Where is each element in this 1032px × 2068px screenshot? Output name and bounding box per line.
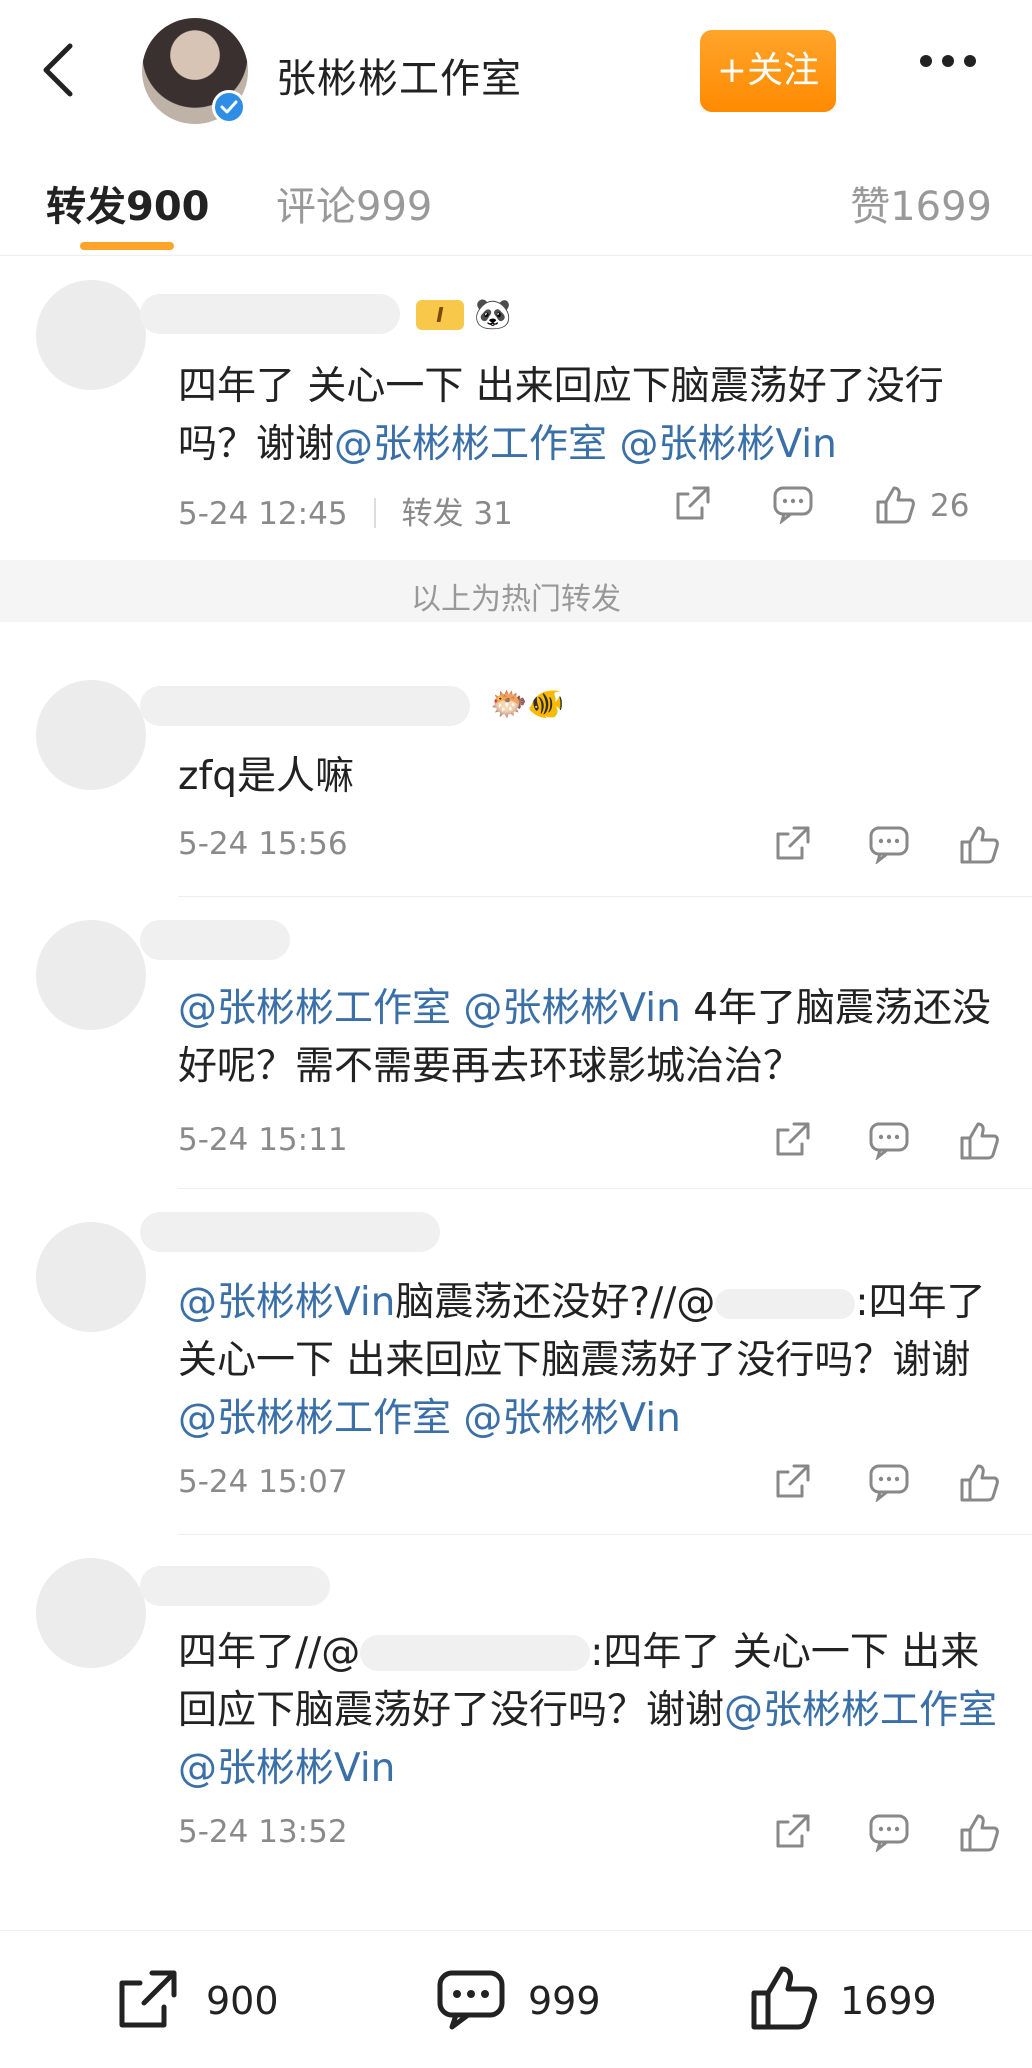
back-icon[interactable]	[38, 40, 78, 100]
username[interactable]	[140, 1566, 330, 1606]
mention-link[interactable]: @张彬彬Vin	[463, 986, 680, 1031]
redacted-username	[360, 1635, 591, 1671]
timestamp: 5-24 15:07	[178, 1464, 348, 1500]
comment-icon[interactable]	[868, 1120, 912, 1164]
tab-comments-label: 评论	[276, 184, 356, 230]
like-icon[interactable]	[958, 1812, 1002, 1856]
redacted-username	[715, 1289, 856, 1319]
divider	[178, 1188, 1032, 1189]
like-icon[interactable]	[958, 824, 1002, 868]
divider	[178, 896, 1032, 897]
like-icon[interactable]	[874, 484, 918, 528]
avatar[interactable]	[36, 280, 146, 390]
more-icon[interactable]	[920, 52, 990, 82]
repost-count[interactable]: 转发 31	[402, 496, 513, 532]
mention-link[interactable]: @张彬彬工作室	[334, 422, 607, 467]
mention-link[interactable]: @张彬彬工作室	[724, 1688, 997, 1733]
repost-text: 四年了 关心一下 出来回应下脑震荡好了没行吗？谢谢@张彬彬工作室 @张彬彬Vin	[178, 358, 998, 474]
comment-icon[interactable]	[772, 484, 816, 528]
username[interactable]	[140, 686, 470, 726]
comment-icon[interactable]	[868, 824, 912, 868]
verified-badge-icon	[212, 90, 246, 124]
share-icon[interactable]	[772, 824, 816, 868]
timestamp: 5-24 15:56	[178, 826, 348, 862]
avatar[interactable]	[36, 1558, 146, 1668]
item-actions	[772, 1462, 1002, 1506]
comment-icon[interactable]	[868, 1812, 912, 1856]
list-item[interactable]: 🐡🐠 zfq是人嘛 5-24 15:56	[0, 660, 1032, 890]
tab-active-indicator	[80, 242, 174, 250]
divider	[178, 1534, 1032, 1535]
level-badge: I	[416, 300, 464, 330]
username[interactable]	[140, 294, 400, 334]
tab-comments[interactable]: 评论999	[276, 174, 432, 232]
repost-text: zfq是人嘛	[178, 754, 354, 799]
tab-comments-count: 999	[356, 184, 433, 230]
tab-likes-count: 1699	[890, 184, 992, 230]
comment-button[interactable]: 999	[436, 1967, 616, 2037]
timestamp: 5-24 13:52	[178, 1814, 348, 1850]
item-actions	[772, 1120, 1002, 1164]
like-icon	[751, 1966, 818, 2030]
list-item[interactable]: I 🐼 四年了 关心一下 出来回应下脑震荡好了没行吗？谢谢@张彬彬工作室 @张彬…	[0, 270, 1032, 540]
tab-likes[interactable]: 赞1699	[850, 174, 992, 232]
mention-link[interactable]: @张彬彬工作室	[178, 1396, 451, 1441]
timestamp: 5-24 12:45	[178, 496, 348, 532]
comment-icon[interactable]	[868, 1462, 912, 1506]
share-icon[interactable]	[772, 1120, 816, 1164]
divider	[373, 498, 376, 528]
repost-text: 四年了//@:四年了 关心一下 出来回应下脑震荡好了没行吗？谢谢@张彬彬工作室 …	[178, 1624, 998, 1798]
share-icon[interactable]	[672, 484, 716, 528]
comment-icon	[437, 1970, 505, 2030]
repost-text: @张彬彬Vin脑震荡还没好?//@:四年了 关心一下 出来回应下脑震荡好了没行吗…	[178, 1274, 998, 1448]
share-icon[interactable]	[772, 1812, 816, 1856]
list-item[interactable]: @张彬彬Vin脑震荡还没好?//@:四年了 关心一下 出来回应下脑震荡好了没行吗…	[0, 1192, 1032, 1532]
page-title: 张彬彬工作室	[276, 56, 522, 102]
follow-button[interactable]: +关注	[700, 30, 836, 112]
avatar[interactable]	[36, 920, 146, 1030]
tab-reposts-count: 900	[126, 184, 210, 230]
bottom-action-bar: 900 999 1699	[0, 1930, 1032, 2068]
item-meta: 5-24 12:45 转发 31	[178, 488, 513, 533]
like-icon[interactable]	[958, 1120, 1002, 1164]
repost-body: 脑震荡还没好?//@	[395, 1280, 716, 1325]
repost-count: 900	[206, 1979, 279, 2023]
item-actions	[772, 1812, 1002, 1856]
like-icon[interactable]	[958, 1462, 1002, 1506]
top-bar: 张彬彬工作室 +关注	[0, 0, 1032, 140]
username[interactable]	[140, 920, 290, 960]
item-actions: 26	[672, 484, 1002, 528]
mention-link[interactable]: @张彬彬工作室	[178, 986, 451, 1031]
mention-link[interactable]: @张彬彬Vin	[619, 422, 836, 467]
repost-text: @张彬彬工作室 @张彬彬Vin 4年了脑震荡还没好呢？需不需要再去环球影城治治？	[178, 980, 998, 1096]
hot-reposts-label: 以上为热门转发	[411, 582, 621, 617]
tab-bar: 转发900 评论999 赞1699	[0, 160, 1032, 256]
list-item[interactable]: 四年了//@:四年了 关心一下 出来回应下脑震荡好了没行吗？谢谢@张彬彬工作室 …	[0, 1538, 1032, 1854]
comment-count: 999	[528, 1979, 601, 2023]
repost-button[interactable]: 900	[114, 1967, 294, 2037]
like-count: 26	[930, 488, 970, 524]
like-button[interactable]: 1699	[748, 1966, 968, 2037]
share-icon	[119, 1970, 177, 2028]
mention-link[interactable]: @张彬彬Vin	[178, 1280, 395, 1325]
panda-icon: 🐼	[474, 297, 512, 332]
mention-link[interactable]: @张彬彬Vin	[463, 1396, 680, 1441]
avatar[interactable]	[36, 680, 146, 790]
username[interactable]	[140, 1212, 440, 1252]
list-item[interactable]: @张彬彬工作室 @张彬彬Vin 4年了脑震荡还没好呢？需不需要再去环球影城治治？…	[0, 900, 1032, 1190]
repost-body: 四年了//@	[178, 1630, 361, 1675]
like-count: 1699	[840, 1979, 937, 2023]
tab-reposts-label: 转发	[46, 184, 126, 230]
item-actions	[772, 824, 1002, 868]
mention-link[interactable]: @张彬彬Vin	[178, 1746, 395, 1791]
tab-reposts[interactable]: 转发900	[46, 174, 210, 232]
fish-emoji-icon: 🐡🐠	[490, 687, 565, 722]
timestamp: 5-24 15:11	[178, 1122, 348, 1158]
share-icon[interactable]	[772, 1462, 816, 1506]
tab-likes-label: 赞	[850, 184, 891, 230]
avatar[interactable]	[36, 1222, 146, 1332]
